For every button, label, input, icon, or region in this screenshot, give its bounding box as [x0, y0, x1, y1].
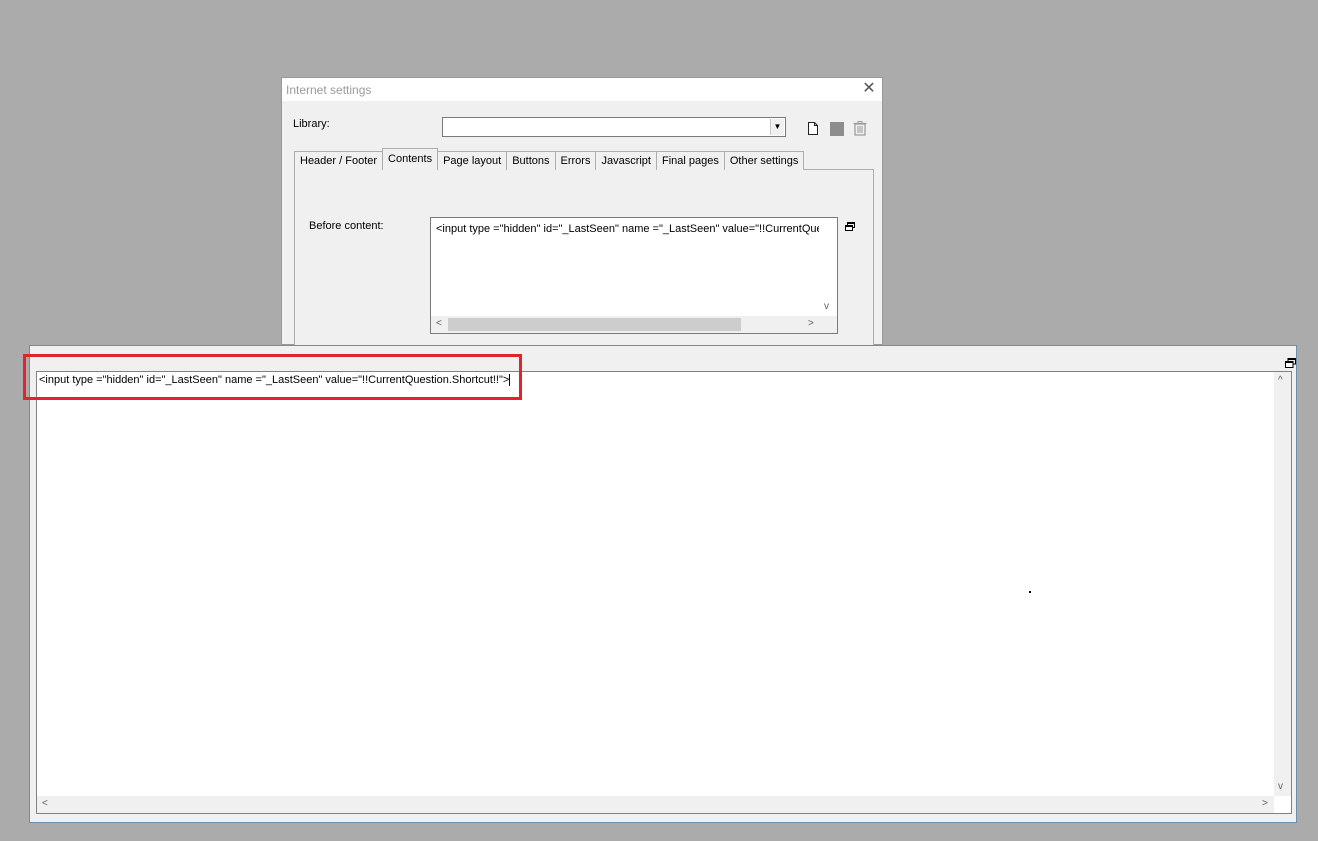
- save-icon[interactable]: [830, 122, 844, 136]
- settings-tabs: Header / Footer Contents Page layout But…: [294, 148, 805, 170]
- before-content-label: Before content:: [309, 220, 384, 232]
- close-icon[interactable]: ✕: [858, 79, 880, 99]
- vertical-scrollbar[interactable]: v: [820, 218, 837, 315]
- library-label: Library:: [293, 118, 330, 130]
- scroll-up-icon[interactable]: ^: [1278, 375, 1283, 387]
- dialog-title: Internet settings: [286, 83, 372, 97]
- before-content-text: <input type ="hidden" id="_LastSeen" nam…: [436, 223, 819, 235]
- scroll-right-icon[interactable]: >: [808, 318, 814, 330]
- restore-window-icon[interactable]: [1285, 358, 1296, 368]
- chevron-down-icon[interactable]: ▼: [770, 119, 784, 135]
- scroll-left-icon[interactable]: <: [436, 318, 442, 330]
- dialog-titlebar: Internet settings ✕: [282, 78, 882, 101]
- scroll-down-icon[interactable]: v: [1278, 781, 1283, 793]
- restore-window-icon[interactable]: [845, 222, 855, 231]
- tab-final-pages[interactable]: Final pages: [655, 151, 725, 170]
- tab-javascript[interactable]: Javascript: [595, 151, 657, 170]
- tab-other-settings[interactable]: Other settings: [723, 151, 805, 170]
- tab-header-footer[interactable]: Header / Footer: [294, 151, 384, 170]
- tab-page-layout[interactable]: Page layout: [437, 151, 508, 170]
- tab-errors[interactable]: Errors: [554, 151, 597, 170]
- scroll-right-icon[interactable]: >: [1262, 798, 1268, 810]
- horizontal-scrollbar[interactable]: < >: [431, 316, 837, 333]
- trash-icon[interactable]: [852, 120, 868, 136]
- tab-buttons[interactable]: Buttons: [506, 151, 556, 170]
- scroll-down-icon[interactable]: v: [824, 301, 829, 313]
- tab-contents[interactable]: Contents: [382, 148, 439, 170]
- expanded-editor-window: <input type ="hidden" id="_LastSeen" nam…: [29, 345, 1297, 823]
- before-content-textarea[interactable]: <input type ="hidden" id="_LastSeen" nam…: [430, 217, 838, 334]
- new-document-icon[interactable]: [808, 122, 818, 135]
- editor-textarea[interactable]: <input type ="hidden" id="_LastSeen" nam…: [36, 371, 1292, 814]
- library-select[interactable]: ▼: [442, 117, 786, 137]
- horizontal-scrollbar[interactable]: < >: [37, 796, 1274, 813]
- highlight-annotation-box: [23, 354, 522, 400]
- internet-settings-dialog: Internet settings ✕ Library: ▼ Header / …: [281, 77, 883, 345]
- scroll-left-icon[interactable]: <: [42, 798, 48, 810]
- scroll-thumb[interactable]: [448, 318, 741, 331]
- vertical-scrollbar[interactable]: ^ v: [1274, 372, 1291, 796]
- stray-dot: [1029, 591, 1031, 593]
